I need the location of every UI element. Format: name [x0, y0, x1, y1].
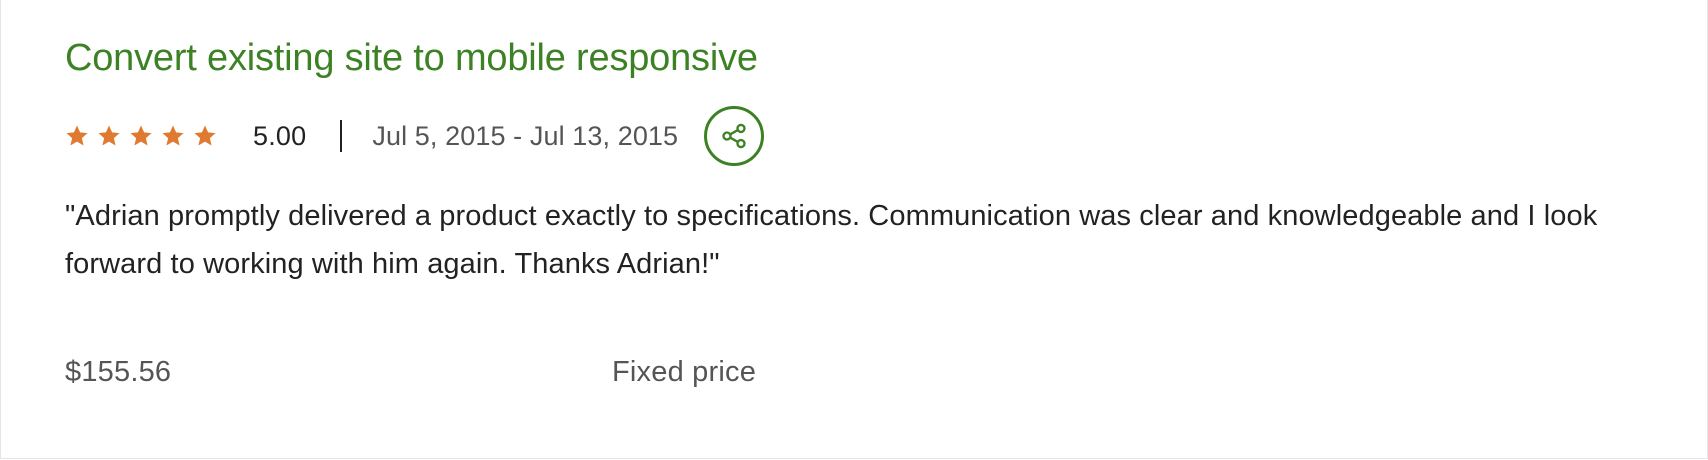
star-icon [162, 125, 184, 146]
star-icon [194, 125, 216, 146]
star-icon [66, 125, 88, 146]
job-price: $155.56 [65, 356, 172, 388]
star-icon [130, 125, 152, 146]
job-meta-row: 5.00 Jul 5, 2015 - Jul 13, 2015 [65, 104, 1643, 168]
job-price-type: Fixed price [612, 356, 757, 388]
star-rating [65, 124, 217, 148]
meta-divider [340, 120, 343, 152]
job-footer-row: $155.56 Fixed price [65, 356, 1065, 404]
job-content: Convert existing site to mobile responsi… [65, 34, 1643, 388]
client-review-text: "Adrian promptly delivered a product exa… [65, 200, 1598, 280]
rating-value: 5.00 [253, 120, 307, 151]
share-button[interactable] [704, 106, 765, 166]
star-icon [98, 125, 120, 146]
job-date-range: Jul 5, 2015 - Jul 13, 2015 [372, 120, 679, 151]
job-title-link[interactable]: Convert existing site to mobile responsi… [65, 34, 1643, 82]
share-icon [722, 123, 746, 149]
work-history-card: Convert existing site to mobile responsi… [0, 0, 1708, 459]
